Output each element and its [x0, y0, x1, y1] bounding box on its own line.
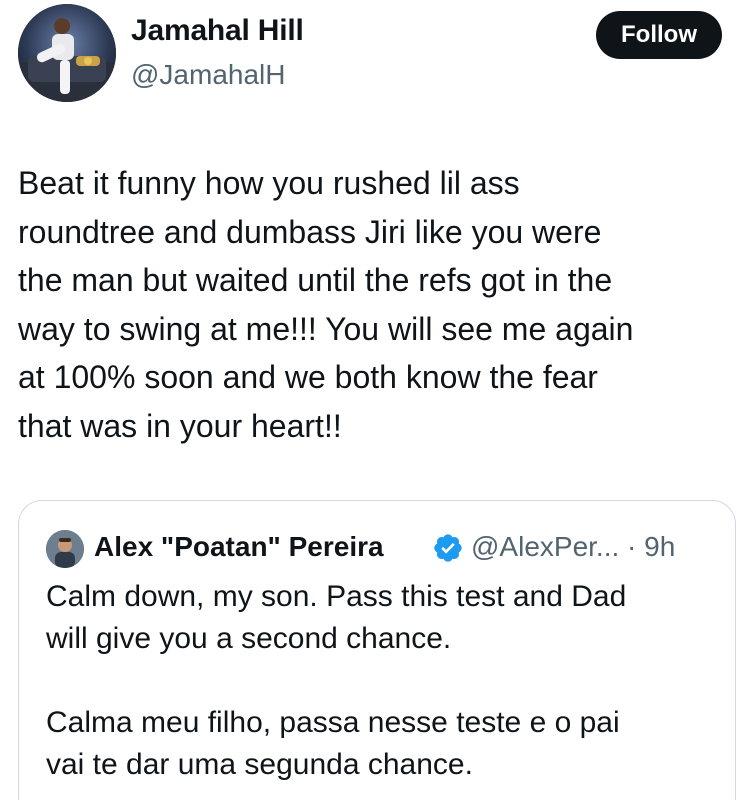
avatar-image — [18, 4, 116, 102]
quote-text: Calm down, my son. Pass this test and Da… — [46, 580, 627, 781]
tweet-page: Jamahal Hill @JamahalH Follow Beat it fu… — [0, 0, 755, 800]
verified-badge-icon — [432, 532, 464, 564]
author-avatar[interactable] — [18, 4, 116, 102]
tweet-text: Beat it funny how you rushed lil ass rou… — [18, 165, 634, 444]
author-handle[interactable]: @JamahalH — [131, 59, 285, 91]
quote-author-avatar[interactable] — [46, 530, 84, 568]
quote-author-handle-time[interactable]: @AlexPer... · 9h — [471, 531, 675, 563]
quote-avatar-image — [46, 530, 84, 568]
quote-author-name[interactable]: Alex "Poatan" Pereira — [94, 531, 384, 563]
author-name[interactable]: Jamahal Hill — [131, 14, 304, 48]
follow-button[interactable]: Follow — [596, 11, 722, 59]
quoted-tweet-card[interactable]: Alex "Poatan" Pereira @AlexPer... · 9h C… — [18, 500, 736, 800]
